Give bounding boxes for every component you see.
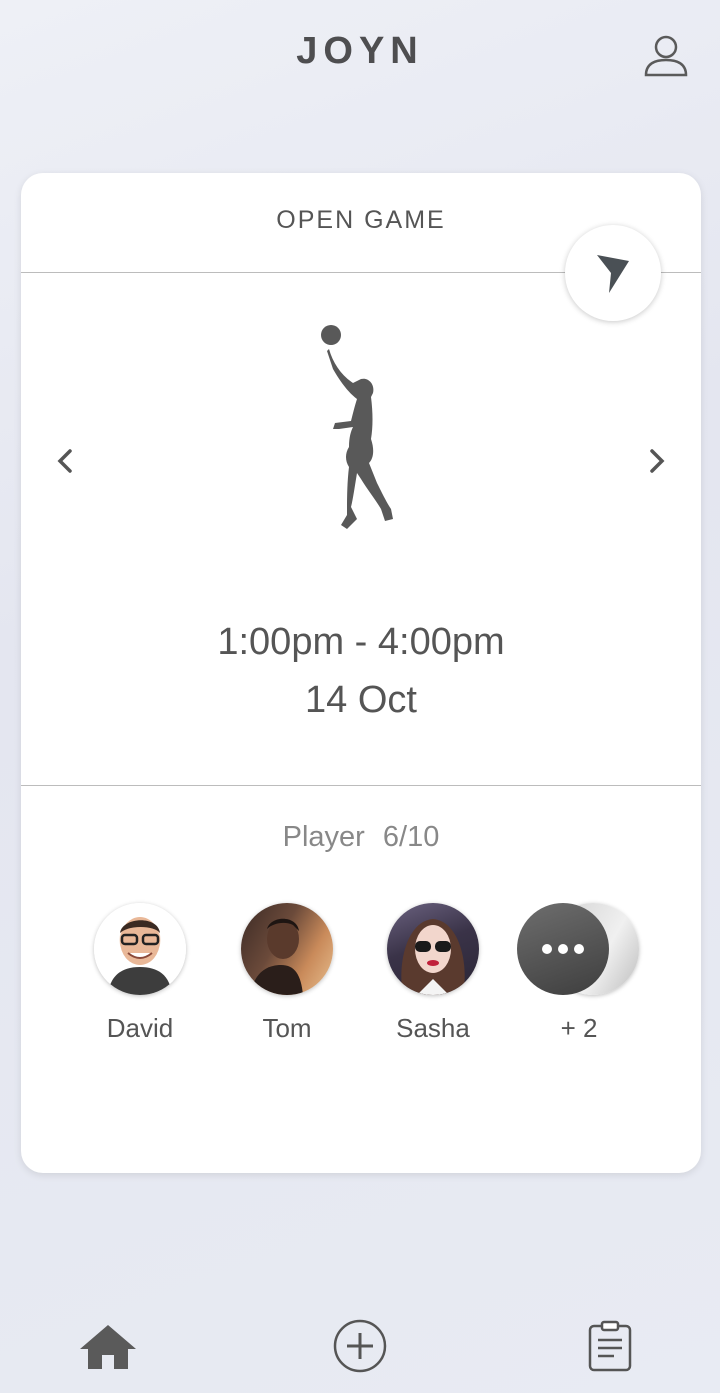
game-card[interactable]: OPEN GAME 1:00pm - 4:00pm 14 Oct Player … bbox=[21, 173, 701, 1173]
basketball-player-icon bbox=[321, 325, 393, 529]
player-name: Tom bbox=[262, 1013, 312, 1043]
navigate-button[interactable] bbox=[565, 225, 661, 321]
chevron-left-icon bbox=[57, 449, 72, 473]
tab-home[interactable] bbox=[76, 1316, 140, 1376]
avatar bbox=[94, 903, 186, 995]
previous-arrow[interactable] bbox=[45, 441, 85, 481]
player-name: Sasha bbox=[396, 1013, 470, 1043]
players-count: 6/10 bbox=[382, 821, 440, 853]
profile-button[interactable] bbox=[642, 32, 690, 80]
players-label: Player bbox=[282, 821, 365, 853]
more-label: + 2 bbox=[560, 1013, 598, 1043]
avatar bbox=[387, 903, 479, 995]
navigation-arrow-icon bbox=[597, 255, 629, 293]
add-circle-icon bbox=[333, 1319, 387, 1373]
player-name: David bbox=[106, 1013, 174, 1043]
players-heading: Player 6/10 bbox=[21, 821, 701, 854]
tab-add-game[interactable] bbox=[328, 1316, 392, 1376]
chevron-right-icon bbox=[650, 449, 665, 473]
card-title: OPEN GAME bbox=[276, 206, 446, 234]
clipboard-icon bbox=[588, 1320, 632, 1372]
time-range: 1:00pm - 4:00pm bbox=[217, 621, 505, 663]
more-icon bbox=[517, 903, 609, 995]
home-icon bbox=[80, 1325, 136, 1369]
player-tom[interactable]: Tom bbox=[227, 903, 347, 1044]
more-avatars bbox=[517, 903, 641, 995]
tab-list[interactable] bbox=[578, 1316, 642, 1376]
more-players[interactable]: + 2 bbox=[517, 903, 641, 1044]
avatar bbox=[241, 903, 333, 995]
app-title: JOYN bbox=[296, 30, 424, 72]
game-date: 14 Oct bbox=[305, 679, 417, 721]
divider bbox=[21, 785, 701, 786]
next-arrow[interactable] bbox=[637, 441, 677, 481]
player-david[interactable]: David bbox=[80, 903, 200, 1044]
player-sasha[interactable]: Sasha bbox=[373, 903, 493, 1044]
user-icon bbox=[644, 35, 688, 77]
